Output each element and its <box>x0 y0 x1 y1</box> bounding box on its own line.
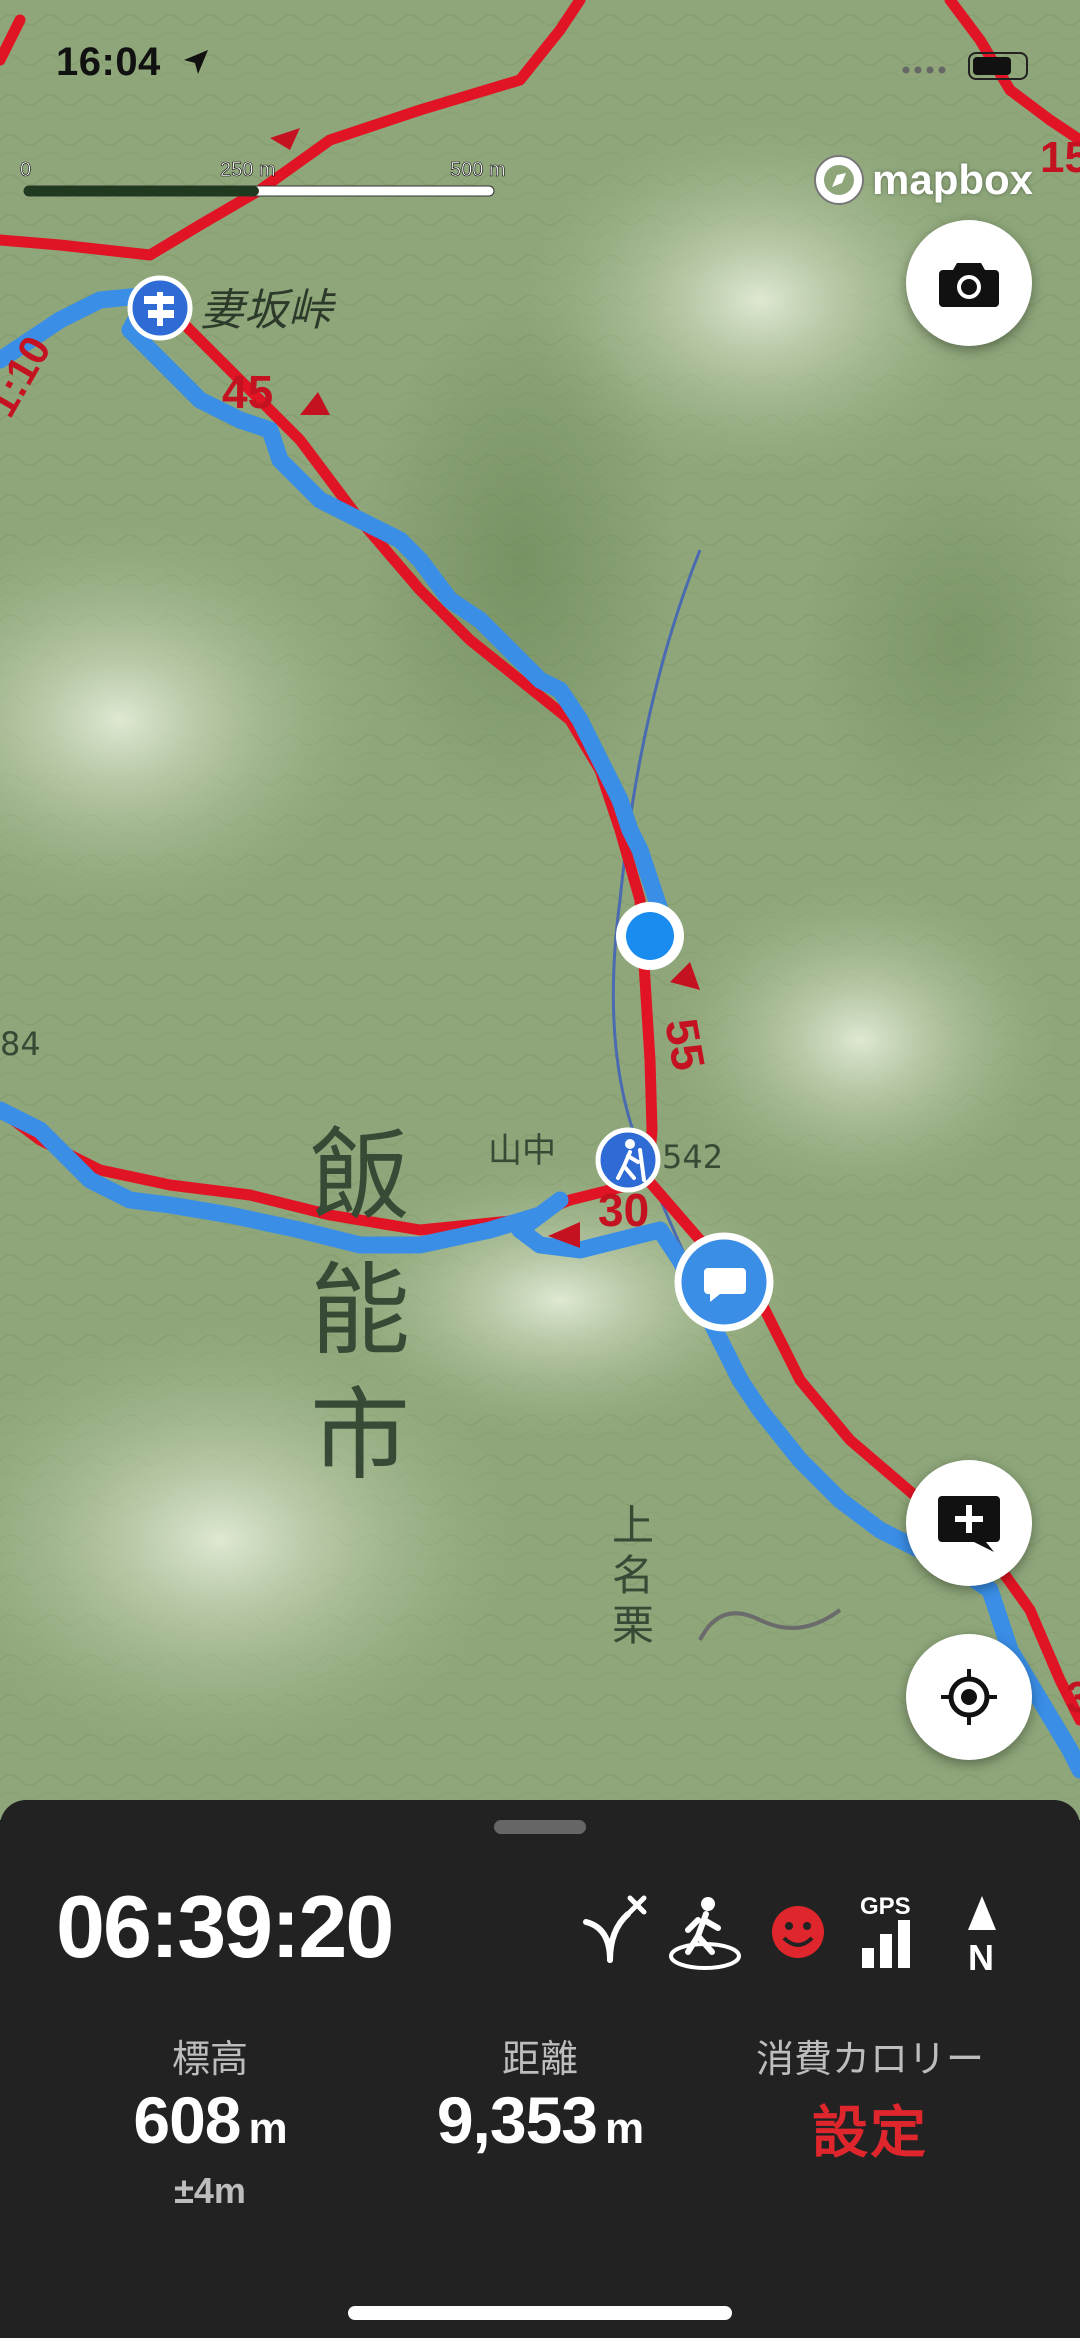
tracking-panel: 06:39:20 GPS N 標高 608 m ±4m 距離 9,353 m 消… <box>0 1800 1080 2338</box>
north-arrow-icon[interactable]: N <box>968 1896 996 1978</box>
elevation-accuracy: ±4m <box>174 2170 246 2211</box>
elapsed-time: 06:39:20 <box>56 1877 394 1976</box>
camera-icon <box>939 263 999 307</box>
crosshair-icon <box>941 1669 997 1725</box>
status-icons: GPS N <box>570 1890 1040 1980</box>
add-note-button[interactable] <box>906 1460 1032 1586</box>
map-label-kaminaguri-3: 栗 <box>612 1601 654 1650</box>
distance-unit: m <box>605 2104 644 2153</box>
map-label-pass: 妻坂峠 <box>200 285 337 336</box>
map-label-city-2: 能 <box>310 1252 410 1369</box>
walking-icon[interactable] <box>669 1897 741 1970</box>
elevation-value: 608 m <box>80 2082 340 2158</box>
mapbox-wordmark: mapbox <box>872 156 1034 203</box>
elevation-number: 608 <box>133 2083 241 2157</box>
distance-label: 距離 <box>501 2039 578 2081</box>
trail-time-3: 3 <box>1066 1673 1080 1722</box>
map-label-city-1: 飯 <box>310 1117 410 1234</box>
map-label-elevation-542: 542 <box>662 1138 723 1176</box>
elevation-unit: m <box>248 2104 288 2153</box>
map-label-elevation-84: 84 <box>0 1025 41 1063</box>
signal-icon <box>902 66 946 74</box>
mapbox-logo: mapbox <box>812 150 1033 210</box>
current-location-dot <box>616 902 684 970</box>
scale-label-250: 250 m <box>220 159 276 181</box>
status-time: 16:04 <box>56 40 161 84</box>
distance-value: 9,353 m <box>390 2082 690 2158</box>
calories-label: 消費カロリー <box>755 2039 984 2081</box>
trail-time-15: 15 <box>1040 133 1080 182</box>
panel-grabber[interactable] <box>494 1820 586 1834</box>
map-label-city-3: 市 <box>310 1377 410 1494</box>
signpost-icon <box>127 275 193 341</box>
home-indicator[interactable] <box>348 2306 732 2320</box>
face-icon[interactable] <box>772 1906 824 1958</box>
distance-number: 9,353 <box>436 2083 598 2157</box>
route-off-icon[interactable] <box>583 1895 647 1963</box>
battery-icon <box>968 52 1028 80</box>
north-label: N <box>968 1937 994 1978</box>
trail-time-55: 55 <box>655 1015 715 1074</box>
scale-bar: 0 250 m 500 m <box>20 150 540 210</box>
map-label-kaminaguri-1: 上 <box>612 1501 654 1550</box>
add-comment-icon <box>938 1496 1000 1552</box>
comment-icon <box>674 1232 774 1332</box>
gps-label: GPS <box>860 1893 911 1920</box>
scale-label-500: 500 m <box>450 159 506 181</box>
map-label-kaminaguri-2: 名 <box>612 1551 654 1600</box>
mapbox-icon <box>814 155 864 205</box>
map-label-village: 山中 <box>488 1131 556 1171</box>
hiker-icon <box>595 1127 661 1193</box>
trail-time-45: 45 <box>222 366 273 418</box>
location-arrow-icon <box>184 50 208 74</box>
locate-me-button[interactable] <box>906 1634 1032 1760</box>
camera-button[interactable] <box>906 220 1032 346</box>
elevation-label: 標高 <box>171 2039 248 2081</box>
calories-setup-button[interactable]: 設定 <box>730 2088 1010 2169</box>
gps-signal-icon: GPS <box>860 1893 911 1968</box>
scale-label-0: 0 <box>20 159 31 181</box>
